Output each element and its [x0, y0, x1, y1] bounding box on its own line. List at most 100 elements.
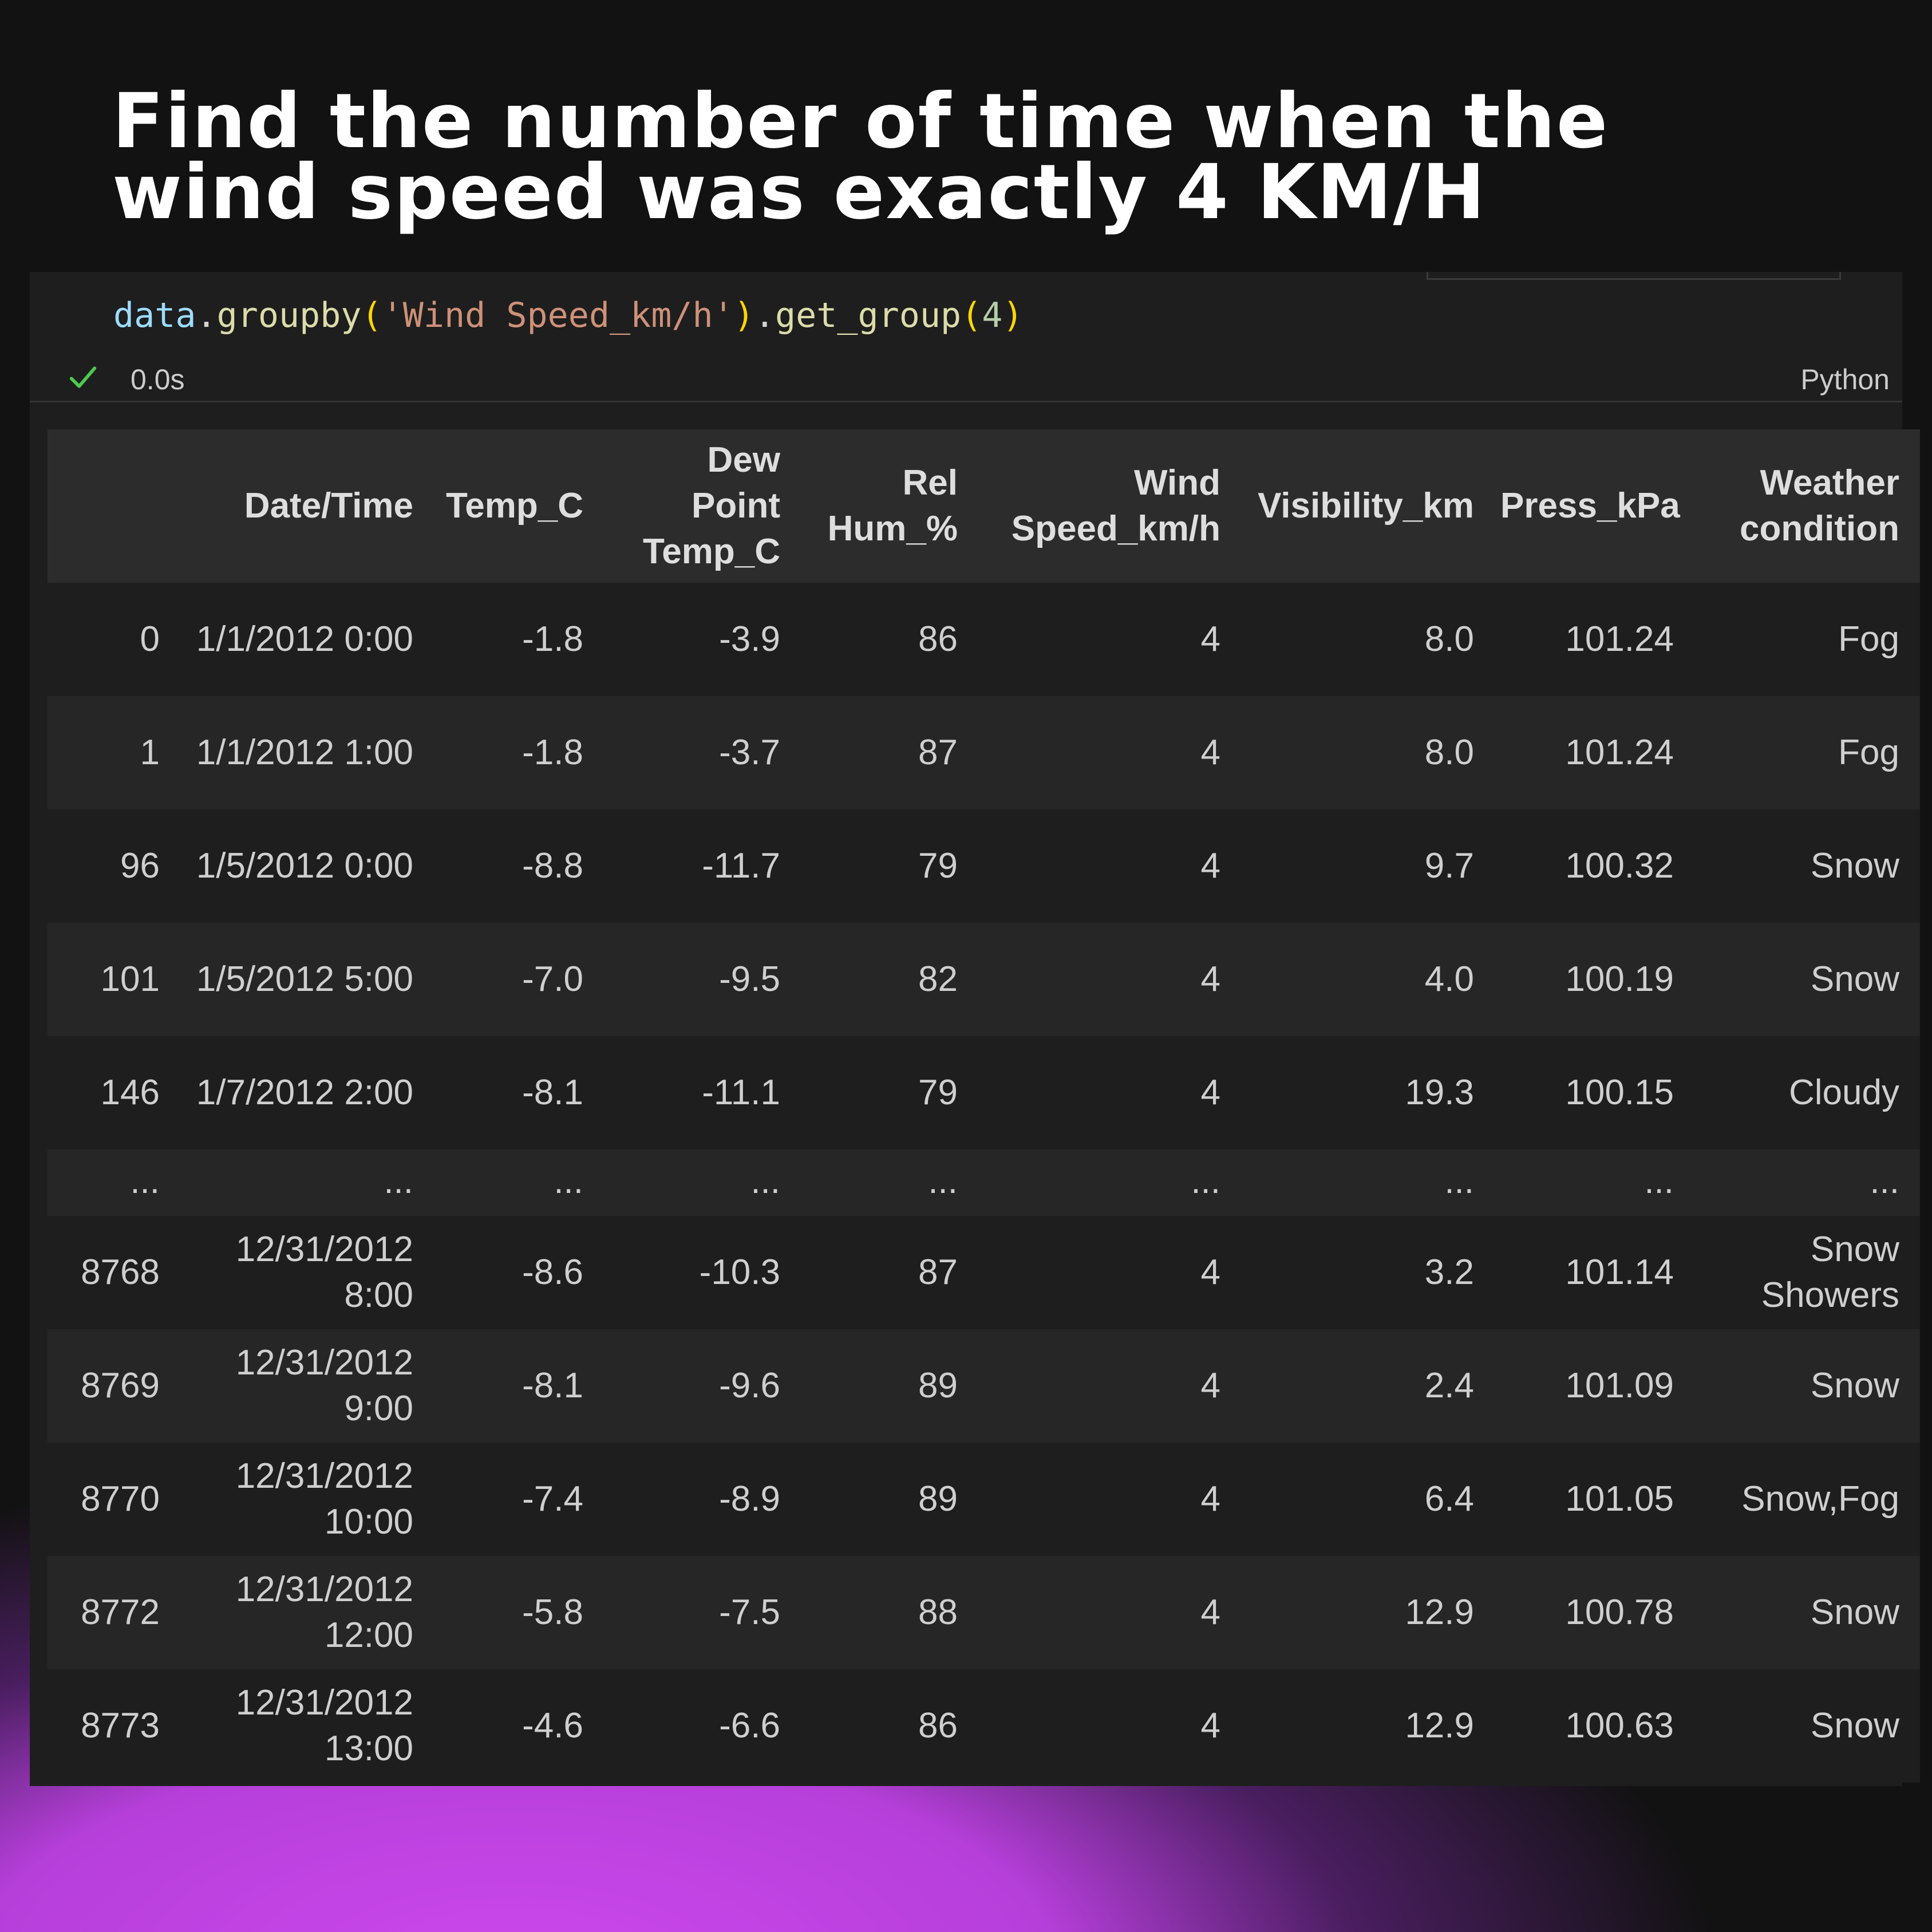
code-paren: ( — [361, 295, 382, 335]
table-cell: ... — [434, 1149, 604, 1216]
table-row: 101 1/5/2012 5:00 -7.0 -9.5 82 4 4.0 100.19 Snow — [48, 923, 1920, 1036]
column-header: Visibility_km — [1241, 429, 1495, 583]
column-header: Weather condition — [1694, 429, 1920, 583]
table-cell: -8.6 — [434, 1216, 604, 1329]
row-index-cell: 0 — [48, 583, 180, 696]
table-cell: -3.7 — [604, 696, 801, 809]
code-dot: . — [196, 295, 217, 335]
table-cell: ... — [180, 1149, 434, 1216]
table-cell: -4.6 — [434, 1669, 604, 1783]
table-cell: Snow — [1694, 809, 1920, 923]
index-header — [48, 429, 180, 583]
table-cell: 101.24 — [1495, 583, 1694, 696]
table-cell: 2.4 — [1241, 1329, 1495, 1443]
table-row: 8772 12/31/2012 12:00 -5.8 -7.5 88 4 12.9 100.7… — [48, 1556, 1920, 1669]
table-cell: Snow Showers — [1694, 1216, 1920, 1329]
table-cell: 19.3 — [1241, 1036, 1495, 1149]
table-cell: 82 — [801, 923, 978, 1036]
table-cell: -6.6 — [604, 1669, 801, 1783]
row-index-cell: 8770 — [48, 1443, 180, 1556]
table-cell: 6.4 — [1241, 1443, 1495, 1556]
table-row: 1 1/1/2012 1:00 -1.8 -3.7 87 4 8.0 101.24 Fog — [48, 696, 1920, 809]
table-cell: -9.6 — [604, 1329, 801, 1443]
column-header: Dew Point Temp_C — [604, 429, 801, 583]
table-cell: 100.32 — [1495, 809, 1694, 923]
table-cell: 101.09 — [1495, 1329, 1694, 1443]
table-cell: ... — [1241, 1149, 1495, 1216]
table-cell: 87 — [801, 696, 978, 809]
row-index-cell: 8768 — [48, 1216, 180, 1329]
column-header: Date/Time — [180, 429, 434, 583]
code-method-get-group: get_group — [775, 295, 962, 335]
table-cell: 100.78 — [1495, 1556, 1694, 1669]
language-indicator[interactable]: Python — [1800, 363, 1890, 396]
table-cell: 101.05 — [1495, 1443, 1694, 1556]
table-cell: 100.19 — [1495, 923, 1694, 1036]
column-header: Wind Speed_km/h — [978, 429, 1241, 583]
table-cell: -1.8 — [434, 696, 604, 809]
table-cell: 12/31/2012 10:00 — [180, 1443, 434, 1556]
table-cell: ... — [801, 1149, 978, 1216]
table-cell: 100.63 — [1495, 1669, 1694, 1783]
table-cell: 12/31/2012 8:00 — [180, 1216, 434, 1329]
table-cell: Fog — [1694, 696, 1920, 809]
table-cell: 12/31/2012 12:00 — [180, 1556, 434, 1669]
row-index-cell: 101 — [48, 923, 180, 1036]
check-icon — [69, 366, 97, 388]
table-cell: -11.7 — [604, 809, 801, 923]
table-row: 8768 12/31/2012 8:00 -8.6 -10.3 87 4 3.2 101.14… — [48, 1216, 1920, 1329]
row-index-cell: ... — [48, 1149, 180, 1216]
table-cell: ... — [604, 1149, 801, 1216]
notebook-cell: data.groupby('Wind Speed_km/h').get_grou… — [30, 272, 1920, 1786]
table-cell: 3.2 — [1241, 1216, 1495, 1329]
table-cell: 12.9 — [1241, 1556, 1495, 1669]
table-cell: -7.0 — [434, 923, 604, 1036]
table-cell: Snow — [1694, 1556, 1920, 1669]
table-cell: -8.1 — [434, 1329, 604, 1443]
table-cell: 89 — [801, 1329, 978, 1443]
table-cell: ... — [978, 1149, 1241, 1216]
code-dot: . — [754, 295, 775, 335]
table-cell: Snow — [1694, 1329, 1920, 1443]
table-cell: 4 — [978, 1669, 1241, 1783]
table-cell: -9.5 — [604, 923, 801, 1036]
table-cell: Snow — [1694, 923, 1920, 1036]
code-editor[interactable]: data.groupby('Wind Speed_km/h').get_grou… — [113, 295, 1023, 336]
table-cell: 4 — [978, 1443, 1241, 1556]
table-cell: 4 — [978, 1556, 1241, 1669]
table-cell: ... — [1495, 1149, 1694, 1216]
page-headline: Find the number of time when the wind sp… — [112, 77, 1609, 236]
code-number-arg: 4 — [982, 295, 1003, 335]
table-row: 96 1/5/2012 0:00 -8.8 -11.7 79 4 9.7 100.32 Snow — [48, 809, 1920, 923]
cell-status-bar: 0.0s Python — [30, 355, 1902, 402]
table-cell: -8.9 — [604, 1443, 801, 1556]
table-cell: 101.24 — [1495, 696, 1694, 809]
table-cell: 87 — [801, 1216, 978, 1329]
table-cell: -8.8 — [434, 809, 604, 923]
table-cell: 4 — [978, 923, 1241, 1036]
table-row: 8773 12/31/2012 13:00 -4.6 -6.6 86 4 12.9 100.6… — [48, 1669, 1920, 1783]
table-cell: 4 — [978, 1216, 1241, 1329]
table-cell: 1/1/2012 0:00 — [180, 583, 434, 696]
table-cell: -11.1 — [604, 1036, 801, 1149]
column-header: Rel Hum_% — [801, 429, 978, 583]
table-cell: 1/5/2012 0:00 — [180, 809, 434, 923]
code-variable: data — [113, 295, 196, 335]
table-cell: 100.15 — [1495, 1036, 1694, 1149]
table-cell: 4 — [978, 696, 1241, 809]
table-cell: 1/5/2012 5:00 — [180, 923, 434, 1036]
table-cell: 12/31/2012 13:00 — [180, 1669, 434, 1783]
table-cell: 1/7/2012 2:00 — [180, 1036, 434, 1149]
code-paren: ( — [961, 295, 982, 335]
table-cell: -8.1 — [434, 1036, 604, 1149]
table-cell: 4 — [978, 1329, 1241, 1443]
table-cell: -3.9 — [604, 583, 801, 696]
table-cell: -7.5 — [604, 1556, 801, 1669]
table-cell: -1.8 — [434, 583, 604, 696]
row-index-cell: 96 — [48, 809, 180, 923]
row-index-cell: 146 — [48, 1036, 180, 1149]
table-cell: -7.4 — [434, 1443, 604, 1556]
row-index-cell: 8769 — [48, 1329, 180, 1443]
code-paren: ) — [733, 295, 754, 335]
dataframe-output: Date/Time Temp_C Dew Point Temp_C Rel Hum_%… — [48, 429, 1920, 1783]
